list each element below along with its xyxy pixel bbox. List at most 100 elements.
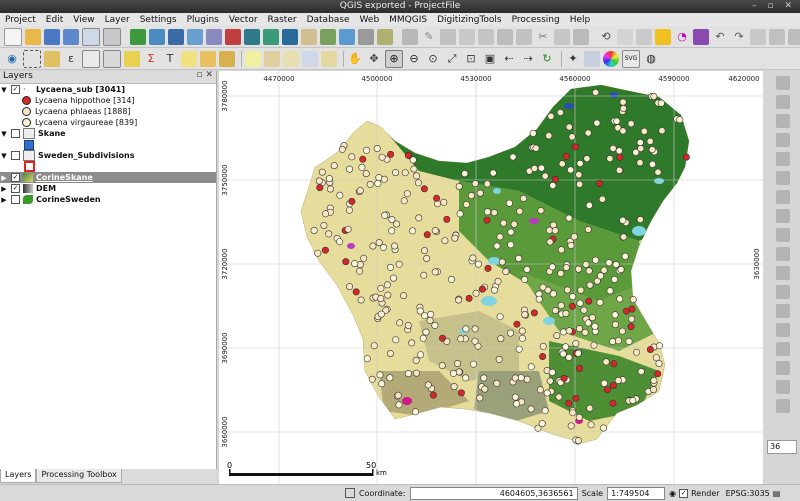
- expand-arrow-icon[interactable]: ▶: [0, 174, 8, 182]
- add-postgis-layer-icon[interactable]: [168, 28, 184, 45]
- digitize-tool-icon[interactable]: ⟲: [598, 29, 614, 45]
- layer-visibility-checkbox[interactable]: [11, 129, 20, 138]
- status-icon[interactable]: [345, 488, 355, 498]
- deselect-icon[interactable]: [44, 50, 60, 67]
- redo-icon[interactable]: ↷: [731, 29, 747, 45]
- toggle-editing-icon[interactable]: ✎: [421, 29, 437, 45]
- layer-dem[interactable]: ▶ ✓ DEM: [0, 183, 216, 194]
- new-project-icon[interactable]: [4, 27, 22, 46]
- rotate-label-icon[interactable]: [769, 28, 785, 45]
- print-composer-icon[interactable]: [82, 27, 100, 46]
- layer-visibility-checkbox[interactable]: ✓: [11, 184, 20, 193]
- new-bookmark-icon[interactable]: [200, 50, 216, 67]
- tab-layers[interactable]: Layers: [0, 469, 37, 483]
- diagram-tool-icon[interactable]: [693, 28, 709, 45]
- menu-vector[interactable]: Vector: [224, 15, 263, 25]
- add-feature-icon[interactable]: [459, 28, 475, 45]
- save-edits-icon[interactable]: [440, 28, 456, 45]
- zoom-actual-icon[interactable]: ⊙: [425, 51, 441, 67]
- add-delimited-text-icon[interactable]: [301, 28, 317, 45]
- merge-features-icon[interactable]: [636, 28, 652, 45]
- layer-lycaena-sub[interactable]: ▼ ✓ · Lycaena_sub [3041]: [0, 84, 216, 95]
- zoom-to-selection-icon[interactable]: ⊡: [463, 51, 479, 67]
- add-oracle-layer-icon[interactable]: [225, 28, 241, 45]
- digitizing-tool-icon[interactable]: [775, 285, 790, 299]
- move-annotation-icon[interactable]: [321, 50, 337, 67]
- zoom-out-icon[interactable]: ⊖: [406, 51, 422, 67]
- zoom-to-layer-icon[interactable]: ▣: [482, 51, 498, 67]
- layer-corineskane[interactable]: ▶ ✓ CorineSkane: [0, 172, 216, 183]
- save-as-icon[interactable]: [63, 28, 79, 45]
- cut-features-icon[interactable]: ✂: [535, 29, 551, 45]
- digitizing-tool-icon[interactable]: [775, 209, 790, 223]
- show-bookmarks-icon[interactable]: [219, 50, 235, 67]
- digitizing-tool-icon[interactable]: [775, 247, 790, 261]
- digitizing-tool-icon[interactable]: [775, 171, 790, 185]
- zoom-full-icon[interactable]: ⤢: [444, 51, 460, 67]
- open-project-icon[interactable]: [25, 28, 41, 45]
- move-feature-icon[interactable]: [478, 28, 494, 45]
- node-tool-icon[interactable]: [497, 28, 513, 45]
- form-annotation-icon[interactable]: [283, 50, 299, 67]
- gps-icon[interactable]: ◍: [643, 51, 659, 67]
- refresh-icon[interactable]: ↻: [539, 51, 555, 67]
- zoom-last-icon[interactable]: ⇠: [501, 51, 517, 67]
- messages-icon[interactable]: ▤: [773, 489, 781, 498]
- layer-visibility-checkbox[interactable]: ✓: [11, 173, 20, 182]
- add-raster-layer-icon[interactable]: [149, 28, 165, 45]
- svg-icon[interactable]: SVG: [622, 49, 640, 68]
- digitizing-tool-icon[interactable]: [775, 228, 790, 242]
- add-mssql-layer-icon[interactable]: [206, 28, 222, 45]
- add-spatialite-layer-icon[interactable]: [187, 28, 203, 45]
- layer-visibility-checkbox[interactable]: [11, 151, 20, 160]
- color-wheel-icon[interactable]: [603, 50, 619, 67]
- digitizing-tool-icon[interactable]: [775, 190, 790, 204]
- python-console-icon[interactable]: [655, 28, 671, 45]
- menu-web[interactable]: Web: [355, 15, 385, 25]
- expression-select-icon[interactable]: ε: [63, 51, 79, 67]
- layer-corinesweden[interactable]: ▶ CorineSweden: [0, 194, 216, 205]
- capture-icon[interactable]: [584, 50, 600, 67]
- menu-processing[interactable]: Processing: [507, 15, 565, 25]
- collapse-arrow-icon[interactable]: ▼: [0, 130, 8, 138]
- digitizing-tool-icon[interactable]: [775, 114, 790, 128]
- pan-to-selection-icon[interactable]: ✥: [366, 51, 382, 67]
- window-controls[interactable]: – ▫ ✕: [752, 1, 796, 11]
- new-temporary-layer-icon[interactable]: [377, 28, 393, 45]
- statistics-icon[interactable]: Σ: [143, 51, 159, 67]
- menu-layer[interactable]: Layer: [100, 15, 135, 25]
- magnifier-icon[interactable]: ◉: [669, 489, 676, 498]
- layer-skane[interactable]: ▼ Skane: [0, 128, 216, 139]
- collapse-arrow-icon[interactable]: ▼: [0, 152, 8, 160]
- zoom-next-icon[interactable]: ⇢: [520, 51, 536, 67]
- field-calculator-icon[interactable]: [103, 49, 121, 68]
- layer-visibility-checkbox[interactable]: ✓: [11, 85, 20, 94]
- split-features-icon[interactable]: [617, 28, 633, 45]
- digitizing-tool-icon[interactable]: [775, 133, 790, 147]
- digitizing-tool-icon[interactable]: [775, 380, 790, 394]
- digitizing-tool-icon[interactable]: [775, 76, 790, 90]
- composer-manager-icon[interactable]: [103, 27, 121, 46]
- menu-help[interactable]: Help: [565, 15, 596, 25]
- digitizing-tool-icon[interactable]: [775, 95, 790, 109]
- copy-features-icon[interactable]: [554, 28, 570, 45]
- menu-database[interactable]: Database: [302, 15, 355, 25]
- measure-icon[interactable]: [124, 50, 140, 67]
- digitizing-tool-icon[interactable]: [775, 323, 790, 337]
- add-vector-layer-icon[interactable]: [130, 28, 146, 45]
- digitizing-tool-icon[interactable]: [775, 152, 790, 166]
- menu-raster[interactable]: Raster: [263, 15, 302, 25]
- add-wms-layer-icon[interactable]: [244, 28, 260, 45]
- menu-settings[interactable]: Settings: [135, 15, 182, 25]
- paste-features-icon[interactable]: [573, 28, 589, 45]
- menu-edit[interactable]: Edit: [41, 15, 68, 25]
- menu-view[interactable]: View: [68, 15, 99, 25]
- html-annotation-icon[interactable]: [302, 50, 318, 67]
- text-annotation-icon[interactable]: T: [162, 51, 178, 67]
- menu-digitizingtools[interactable]: DigitizingTools: [432, 15, 507, 25]
- crs-button[interactable]: EPSG:3035: [726, 489, 770, 498]
- collapse-arrow-icon[interactable]: ▼: [0, 86, 8, 94]
- save-project-icon[interactable]: [44, 28, 60, 45]
- segments-spinbox[interactable]: 36: [767, 440, 797, 454]
- annotation-icon[interactable]: [245, 50, 261, 67]
